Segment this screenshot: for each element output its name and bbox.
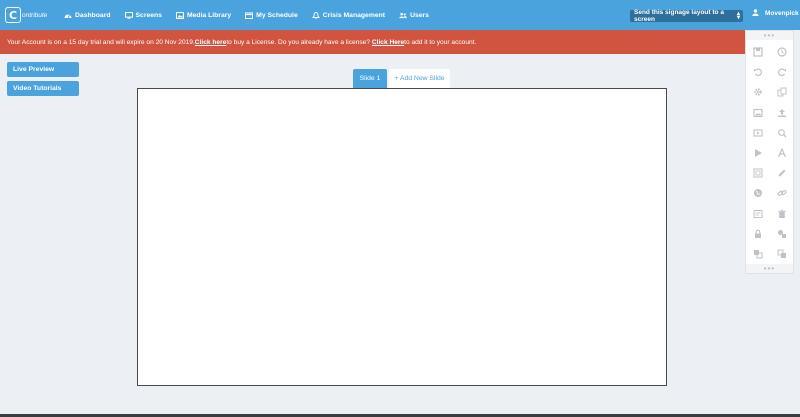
bell-icon <box>311 11 320 19</box>
logo-text: ontribute <box>22 11 48 19</box>
play-icon[interactable] <box>746 143 770 163</box>
users-icon <box>399 12 407 19</box>
layers-alt-icon[interactable] <box>770 244 793 264</box>
search-icon[interactable] <box>770 123 793 143</box>
layers-icon[interactable] <box>746 244 770 264</box>
upload-icon[interactable] <box>770 103 793 123</box>
nav-media-library[interactable]: Media Library <box>175 11 232 19</box>
nav-users[interactable]: Users <box>399 12 429 19</box>
nav-label: Dashboard <box>75 11 111 19</box>
add-license-link[interactable]: Click Here <box>372 39 404 46</box>
nav-screens[interactable]: Screens <box>124 11 162 19</box>
nav-label: Screens <box>135 11 162 19</box>
nav-label: Crisis Management <box>322 11 386 19</box>
logo[interactable]: C ontribute <box>5 4 49 26</box>
select-caret-icon: ▴ ▾ <box>736 11 740 21</box>
widget-icon[interactable] <box>746 204 770 224</box>
shapes-icon[interactable] <box>770 224 793 244</box>
text-icon[interactable] <box>770 143 793 163</box>
calendar-icon <box>245 12 254 19</box>
frame-icon[interactable] <box>746 163 770 183</box>
banner-text: Your Account is on a 15 day trial and wi… <box>7 38 195 46</box>
video-icon[interactable] <box>746 123 770 143</box>
nav-crisis-management[interactable]: Crisis Management <box>311 11 386 19</box>
send-to-screen-select[interactable]: Send this signage layout to a screen ▴ ▾ <box>630 9 743 23</box>
buy-license-link[interactable]: Click here <box>195 39 227 46</box>
editor-toolbar: ••• ••• <box>745 30 794 274</box>
monitor-icon <box>124 11 133 19</box>
tab-slide-1[interactable]: Slide 1 <box>353 69 387 88</box>
trash-icon[interactable] <box>770 204 793 224</box>
user-name: Movenpick <box>765 10 799 17</box>
save-icon[interactable] <box>746 42 770 62</box>
dashboard-icon <box>64 12 72 19</box>
nav-label: Media Library <box>186 11 232 19</box>
clock-icon[interactable] <box>770 42 793 62</box>
add-new-slide-tab[interactable]: + Add New Slide <box>389 69 450 88</box>
toolbar-top-handle[interactable]: ••• <box>746 31 793 40</box>
nav-my-schedule[interactable]: My Schedule <box>245 12 298 19</box>
image-icon[interactable] <box>746 103 770 123</box>
top-navbar: C ontribute Dashboard Screens Media Libr… <box>0 0 800 30</box>
user-icon <box>752 9 759 18</box>
globe-icon[interactable] <box>746 183 770 203</box>
slide-canvas[interactable] <box>137 88 667 386</box>
banner-text: to add it to your account. <box>404 38 477 46</box>
redo-icon[interactable] <box>770 62 793 82</box>
nav-label: Users <box>410 11 429 19</box>
toolbar-tools <box>746 42 793 264</box>
settings-icon[interactable] <box>746 82 770 102</box>
nav-label: My Schedule <box>256 11 298 19</box>
live-preview-button[interactable]: Live Preview <box>7 62 79 77</box>
send-select-value: Send this signage layout to a screen <box>634 9 724 23</box>
pencil-icon[interactable] <box>770 163 793 183</box>
nav-dashboard[interactable]: Dashboard <box>64 12 111 19</box>
lock-icon[interactable] <box>746 224 770 244</box>
link-icon[interactable] <box>770 183 793 203</box>
undo-icon[interactable] <box>746 62 770 82</box>
toolbar-bottom-handle[interactable]: ••• <box>746 264 793 273</box>
logo-mark: C <box>5 7 21 23</box>
copy-icon[interactable] <box>770 82 793 102</box>
trial-banner: Your Account is on a 15 day trial and wi… <box>0 30 745 54</box>
video-tutorials-button[interactable]: Video Tutorials <box>7 81 79 96</box>
image-icon <box>175 11 184 19</box>
main-nav: Dashboard Screens Media Library My Sched… <box>64 0 443 30</box>
user-menu[interactable]: Movenpick <box>752 9 799 18</box>
banner-text: to buy a License. Do you already have a … <box>226 38 371 46</box>
